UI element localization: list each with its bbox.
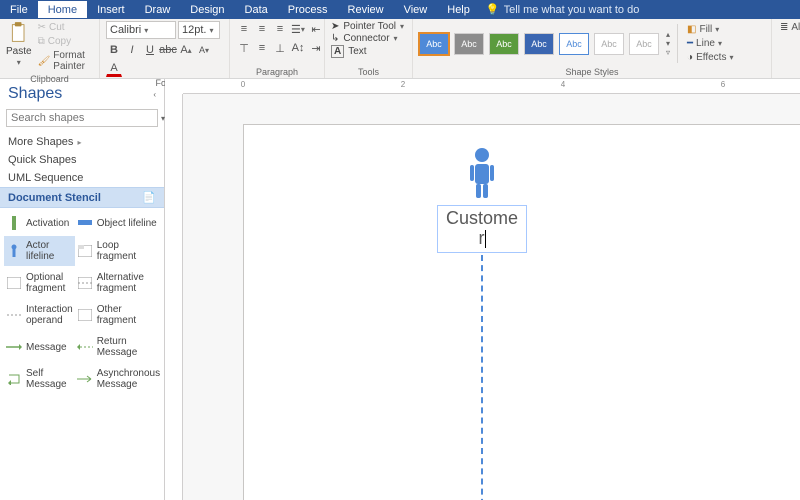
stencil-activation[interactable]: Activation xyxy=(4,212,75,234)
align-left-button[interactable]: ≡ xyxy=(236,21,252,37)
tab-insert[interactable]: Insert xyxy=(87,1,135,18)
pointer-icon: ➤ xyxy=(331,21,339,32)
lifeline-dash xyxy=(481,255,483,500)
shapes-cat-quick[interactable]: Quick Shapes xyxy=(0,151,164,169)
group-clipboard-title: Clipboard xyxy=(6,74,93,84)
shapes-search-input[interactable] xyxy=(6,109,158,127)
indent-inc-button[interactable]: ⇥ xyxy=(308,40,324,56)
fill-button[interactable]: ◧Fill▾ xyxy=(685,23,735,36)
brush-icon: 🖌 xyxy=(38,56,51,67)
grow-font-button[interactable]: A▴ xyxy=(178,42,194,58)
canvas-area: 0 2 4 6 xyxy=(165,79,800,500)
paste-button[interactable]: Paste ▾ xyxy=(6,21,32,67)
shapes-pane-title: Shapes xyxy=(8,85,62,103)
tab-data[interactable]: Data xyxy=(235,1,278,18)
shapes-cat-doc[interactable]: Document Stencil📄 xyxy=(0,187,164,208)
text-dir-button[interactable]: A↕ xyxy=(290,40,306,56)
style-swatch-3[interactable]: Abc xyxy=(489,33,519,55)
tab-draw[interactable]: Draw xyxy=(135,1,181,18)
ruler-horizontal: 0 2 4 6 xyxy=(183,79,800,94)
font-color-button[interactable]: A xyxy=(106,61,122,77)
style-swatch-1[interactable]: Abc xyxy=(419,33,449,55)
style-gallery-prev[interactable]: ▴ xyxy=(666,30,670,39)
tab-home[interactable]: Home xyxy=(38,1,87,18)
shapes-cat-uml[interactable]: UML Sequence xyxy=(0,169,164,187)
ribbon: Paste ▾ ✂Cut ⧉Copy 🖌Format Painter Clipb… xyxy=(0,19,800,79)
style-swatch-5[interactable]: Abc xyxy=(559,33,589,55)
copy-icon: ⧉ xyxy=(38,36,45,47)
text-cursor xyxy=(485,230,486,248)
italic-button[interactable]: I xyxy=(124,42,140,58)
copy-button[interactable]: ⧉Copy xyxy=(36,35,93,48)
align-center-button[interactable]: ≡ xyxy=(254,21,270,37)
group-tools-title: Tools xyxy=(331,67,406,77)
align-bottom-button[interactable]: ⊥ xyxy=(272,40,288,56)
tellme-input[interactable] xyxy=(504,4,674,16)
stencil-optional-fragment[interactable]: Optional fragment xyxy=(4,268,75,298)
bold-button[interactable]: B xyxy=(106,42,122,58)
stencil-interaction-operand[interactable]: Interaction operand xyxy=(4,300,75,330)
tab-process[interactable]: Process xyxy=(278,1,338,18)
effects-icon: ◑ xyxy=(687,52,693,63)
stencil-return-message[interactable]: Return Message xyxy=(75,332,162,362)
align-right-button[interactable]: ≡ xyxy=(272,21,288,37)
ribbon-tabs: File Home Insert Draw Design Data Proces… xyxy=(0,0,800,19)
stencil-alt-fragment[interactable]: Alternative fragment xyxy=(75,268,162,298)
stencil-loop-fragment[interactable]: Loop fragment xyxy=(75,236,162,266)
drawing-page[interactable]: Custome r xyxy=(243,124,800,500)
style-gallery-next[interactable]: ▾ xyxy=(666,39,670,48)
stencil-message[interactable]: Message xyxy=(4,332,75,362)
text-icon: A xyxy=(331,45,344,58)
connector-icon: ↳ xyxy=(331,33,339,44)
style-swatch-6[interactable]: Abc xyxy=(594,33,624,55)
stencil-actor-lifeline[interactable]: Actor lifeline xyxy=(4,236,75,266)
bullets-button[interactable]: ☰▾ xyxy=(290,21,306,37)
shapes-cat-more[interactable]: More Shapes▸ xyxy=(0,133,164,151)
pointer-tool-button[interactable]: ➤Pointer Tool▾ xyxy=(331,21,404,32)
actor-label-editor[interactable]: Custome r xyxy=(437,205,527,253)
format-painter-button[interactable]: 🖌Format Painter xyxy=(36,49,93,73)
style-gallery-more[interactable]: ▿ xyxy=(666,48,670,57)
font-name-combo[interactable]: Calibri▾ xyxy=(106,21,176,39)
tab-help[interactable]: Help xyxy=(437,1,480,18)
tab-design[interactable]: Design xyxy=(180,1,234,18)
connector-tool-button[interactable]: ↳Connector▾ xyxy=(331,33,398,44)
stencil-async-message[interactable]: Asynchronous Message xyxy=(75,364,162,394)
actor-lifeline-shape[interactable]: Custome r xyxy=(437,147,527,500)
style-swatch-4[interactable]: Abc xyxy=(524,33,554,55)
font-size-combo[interactable]: 12pt.▾ xyxy=(178,21,220,39)
line-button[interactable]: ━Line▾ xyxy=(685,37,735,50)
style-swatch-7[interactable]: Abc xyxy=(629,33,659,55)
align-button[interactable]: ≣Alig xyxy=(778,21,800,34)
stencil-self-message[interactable]: Self Message xyxy=(4,364,75,394)
shrink-font-button[interactable]: A▾ xyxy=(196,42,212,58)
group-paragraph-title: Paragraph xyxy=(236,67,318,77)
tab-review[interactable]: Review xyxy=(338,1,394,18)
align-top-button[interactable]: ⊤ xyxy=(236,40,252,56)
fill-icon: ◧ xyxy=(687,24,696,35)
group-shapestyles-title: Shape Styles xyxy=(419,67,765,77)
stencil-grid: Activation Object lifeline Actor lifelin… xyxy=(0,208,164,398)
tab-view[interactable]: View xyxy=(394,1,438,18)
underline-button[interactable]: U xyxy=(142,42,158,58)
shapes-pane: Shapes ‹ ▾ 🔍 More Shapes▸ Quick Shapes U… xyxy=(0,79,165,500)
stencil-object-lifeline[interactable]: Object lifeline xyxy=(75,212,162,234)
effects-button[interactable]: ◑Effects▾ xyxy=(685,51,735,64)
tab-file[interactable]: File xyxy=(0,1,38,18)
cut-button[interactable]: ✂Cut xyxy=(36,21,93,34)
line-icon: ━ xyxy=(687,38,693,49)
stencil-icon: 📄 xyxy=(142,191,156,204)
style-swatch-2[interactable]: Abc xyxy=(454,33,484,55)
stencil-other-fragment[interactable]: Other fragment xyxy=(75,300,162,330)
align-mid-button[interactable]: ≡ xyxy=(254,40,270,56)
scissors-icon: ✂ xyxy=(38,22,46,33)
tellme-icon: 💡 xyxy=(486,3,500,16)
indent-dec-button[interactable]: ⇤ xyxy=(308,21,324,37)
align-icon: ≣ xyxy=(780,22,788,33)
shapes-collapse-icon[interactable]: ‹ xyxy=(153,90,156,99)
text-tool-button[interactable]: AText xyxy=(331,45,367,58)
strike-button[interactable]: abc xyxy=(160,42,176,58)
actor-icon xyxy=(464,147,500,199)
ruler-vertical xyxy=(165,94,183,500)
